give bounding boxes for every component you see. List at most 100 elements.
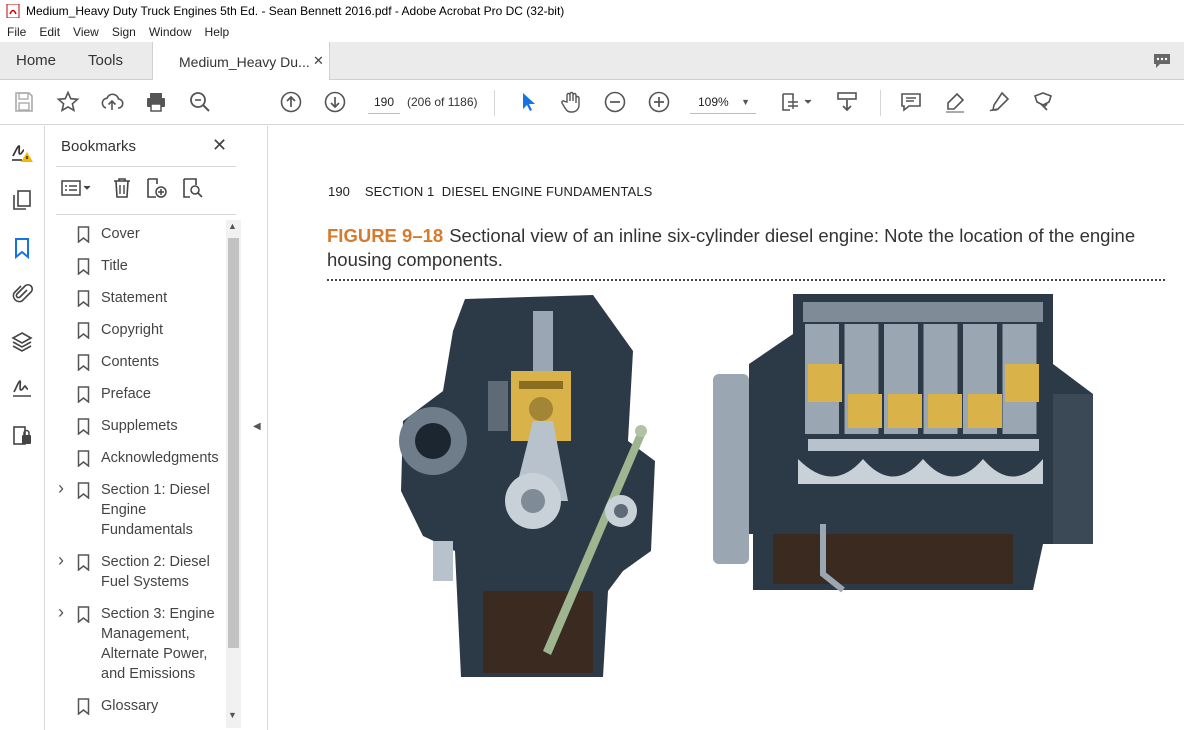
page-down-icon[interactable] bbox=[323, 90, 347, 114]
tab-document[interactable]: Medium_Heavy Du... ✕ bbox=[152, 42, 330, 81]
panel-divider bbox=[56, 166, 236, 167]
search-zoom-icon[interactable] bbox=[188, 90, 212, 114]
bookmark-label: Contents bbox=[101, 354, 160, 370]
menu-window[interactable]: Window bbox=[149, 25, 192, 39]
tab-bar: Home Tools Medium_Heavy Du... ✕ bbox=[0, 42, 1184, 81]
bookmark-label: Title bbox=[101, 258, 128, 274]
upload-icon[interactable] bbox=[100, 90, 124, 114]
main-toolbar: 190 (206 of 1186) 109% ▼ bbox=[0, 80, 1184, 125]
pages-icon[interactable] bbox=[10, 188, 34, 212]
bookmark-item[interactable]: Preface bbox=[46, 384, 228, 404]
new-bookmark-icon[interactable] bbox=[144, 176, 168, 200]
bookmark-item[interactable]: Statement bbox=[46, 288, 228, 308]
bookmark-label: Acknowledgments bbox=[101, 450, 219, 466]
bookmark-flag-icon bbox=[77, 606, 90, 623]
menu-help[interactable]: Help bbox=[205, 25, 230, 39]
figure-caption: FIGURE 9–18 Sectional view of an inline s… bbox=[327, 224, 1167, 272]
save-icon[interactable] bbox=[12, 90, 36, 114]
signatures-icon[interactable] bbox=[10, 376, 34, 400]
close-panel-icon[interactable]: ✕ bbox=[212, 135, 227, 156]
bookmark-item[interactable]: Copyright bbox=[46, 320, 228, 340]
bookmark-flag-icon bbox=[77, 322, 90, 339]
bookmark-item[interactable]: › Section 2: Diesel Fuel Systems bbox=[46, 550, 228, 592]
delete-bookmark-icon[interactable] bbox=[110, 176, 134, 200]
page-fit-icon[interactable] bbox=[780, 90, 814, 114]
bookmark-label: Copyright bbox=[101, 322, 164, 338]
toolbar-divider bbox=[494, 90, 495, 116]
bookmarks-panel: Bookmarks ✕ Cover Title Statement Copyright… bbox=[46, 126, 246, 730]
scroll-mode-icon[interactable] bbox=[835, 90, 859, 114]
chevron-right-icon[interactable]: › bbox=[58, 602, 64, 622]
bookmark-label: Cover bbox=[101, 226, 140, 242]
page-count-label: (206 of 1186) bbox=[407, 95, 478, 109]
bookmark-item[interactable]: Title bbox=[46, 256, 228, 276]
page-up-icon[interactable] bbox=[279, 90, 303, 114]
zoom-level-select[interactable]: 109% ▼ bbox=[690, 90, 756, 114]
panel-divider bbox=[56, 214, 236, 215]
zoom-in-icon[interactable] bbox=[647, 90, 671, 114]
star-icon[interactable] bbox=[56, 90, 80, 114]
close-tab-icon[interactable]: ✕ bbox=[313, 53, 324, 69]
attachments-icon[interactable] bbox=[10, 282, 34, 306]
engine-side-section-image bbox=[713, 294, 1093, 593]
bookmark-flag-icon bbox=[77, 554, 90, 571]
fill-and-sign-warning-icon[interactable] bbox=[10, 140, 34, 164]
sign-icon[interactable] bbox=[987, 90, 1011, 114]
tab-tools[interactable]: Tools bbox=[88, 52, 123, 69]
caption-rule bbox=[327, 279, 1165, 281]
left-rail bbox=[0, 126, 45, 730]
bookmark-label: Preface bbox=[101, 386, 151, 402]
bookmark-flag-icon bbox=[77, 418, 90, 435]
bookmark-item[interactable]: Contents bbox=[46, 352, 228, 372]
bookmark-flag-icon bbox=[77, 290, 90, 307]
menu-file[interactable]: File bbox=[7, 25, 26, 39]
fill-sign-icon[interactable] bbox=[1031, 90, 1055, 114]
panel-splitter[interactable]: ◀ bbox=[246, 126, 268, 730]
acrobat-app-icon bbox=[6, 4, 20, 18]
bookmark-list: Cover Title Statement Copyright Contents Pref… bbox=[46, 222, 228, 730]
menu-view[interactable]: View bbox=[73, 25, 99, 39]
chevron-right-icon[interactable]: › bbox=[58, 550, 64, 570]
chevron-down-icon: ▼ bbox=[741, 97, 750, 107]
menu-edit[interactable]: Edit bbox=[39, 25, 60, 39]
print-icon[interactable] bbox=[144, 90, 168, 114]
menu-bar: File Edit View Sign Window Help bbox=[0, 22, 1184, 42]
security-icon[interactable] bbox=[10, 424, 34, 448]
bookmark-flag-icon bbox=[77, 450, 90, 467]
find-bookmark-icon[interactable] bbox=[180, 176, 204, 200]
highlight-icon[interactable] bbox=[943, 90, 967, 114]
bookmark-item[interactable]: Glossary bbox=[46, 696, 228, 716]
bookmark-flag-icon bbox=[77, 386, 90, 403]
tab-home[interactable]: Home bbox=[16, 52, 56, 69]
scrollbar-thumb[interactable] bbox=[228, 238, 239, 648]
figure-caption-text: Sectional view of an inline six-cylinder… bbox=[327, 225, 1136, 270]
bookmark-flag-icon bbox=[77, 354, 90, 371]
chevron-right-icon[interactable]: › bbox=[58, 478, 64, 498]
bookmark-item[interactable]: Acknowledgments bbox=[46, 448, 228, 468]
bookmarks-panel-title: Bookmarks bbox=[61, 138, 137, 155]
bookmark-label: Supplemets bbox=[101, 418, 178, 434]
bookmark-flag-icon bbox=[77, 698, 90, 715]
menu-sign[interactable]: Sign bbox=[112, 25, 136, 39]
engine-cross-section-image bbox=[399, 295, 655, 677]
comment-bubble-icon[interactable] bbox=[1152, 52, 1172, 70]
zoom-out-icon[interactable] bbox=[603, 90, 627, 114]
scroll-down-icon[interactable]: ▼ bbox=[228, 710, 237, 720]
bookmark-flag-icon bbox=[77, 226, 90, 243]
bookmarks-icon[interactable] bbox=[10, 236, 34, 260]
figure-number: FIGURE 9–18 bbox=[327, 225, 444, 246]
bookmark-item[interactable]: Cover bbox=[46, 224, 228, 244]
bookmark-item[interactable]: › Section 1: Diesel Engine Fundamentals bbox=[46, 478, 228, 540]
bookmark-flag-icon bbox=[77, 482, 90, 499]
comment-icon[interactable] bbox=[899, 90, 923, 114]
layers-icon[interactable] bbox=[10, 330, 34, 354]
zoom-level-value: 109% bbox=[698, 95, 729, 109]
page-number-input[interactable]: 190 bbox=[368, 90, 400, 114]
scroll-up-icon[interactable]: ▲ bbox=[228, 221, 237, 231]
bookmark-options-icon[interactable] bbox=[60, 176, 94, 200]
bookmark-item[interactable]: Supplemets bbox=[46, 416, 228, 436]
collapse-panel-icon[interactable]: ◀ bbox=[253, 421, 261, 432]
hand-icon[interactable] bbox=[559, 90, 583, 114]
select-cursor-icon[interactable] bbox=[516, 90, 540, 114]
bookmark-item[interactable]: › Section 3: Engine Management, Alternate… bbox=[46, 602, 228, 684]
